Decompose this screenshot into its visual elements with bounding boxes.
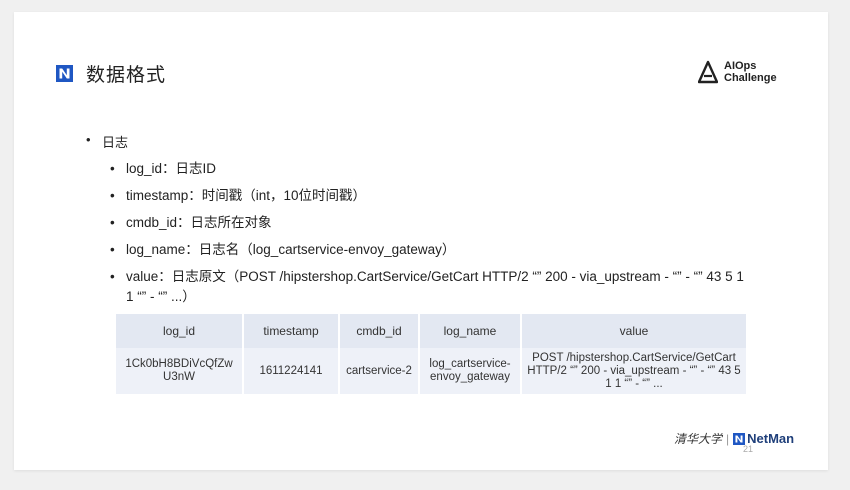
footer-separator: |	[726, 431, 730, 446]
field-timestamp: timestamp：时间戳（int，10位时间戳）	[110, 186, 746, 206]
cell-log-name: log_cartservice-envoy_gateway	[419, 348, 522, 394]
page-number: 21	[743, 444, 754, 454]
header-log-id: log_id	[116, 314, 244, 348]
aiops-challenge-logo: AIOps Challenge	[698, 60, 777, 84]
slide: 数据格式 AIOps Challenge 日志 log_id：日志ID time…	[14, 12, 828, 470]
table-header-row: log_id timestamp cmdb_id log_name value	[116, 314, 748, 348]
tsinghua-logo: 清华大学	[674, 432, 723, 446]
slide-title: 数据格式	[86, 64, 167, 86]
cell-log-id: 1Ck0bH8BDiVcQfZw U3nW	[116, 348, 244, 394]
cell-value: POST /hipstershop.CartService/GetCart HT…	[521, 348, 748, 394]
triangle-logo-icon	[698, 60, 718, 84]
header-cmdb-id: cmdb_id	[339, 314, 420, 348]
footer-logos: 清华大学 | NetMan	[674, 430, 794, 447]
field-log-name: log_name：日志名（log_cartservice-envoy_gatew…	[110, 240, 746, 260]
section-label: 日志	[102, 135, 129, 150]
cell-timestamp: 1611224141	[243, 348, 340, 394]
field-value: value：日志原文（POST /hipstershop.CartService…	[110, 267, 746, 307]
field-cmdb-id: cmdb_id：日志所在对象	[110, 213, 746, 233]
netman-n-icon	[733, 432, 746, 445]
section-item: 日志 log_id：日志ID timestamp：时间戳（int，10位时间戳）…	[86, 132, 746, 307]
cell-cmdb-id: cartservice-2	[339, 348, 420, 394]
header-log-name: log_name	[419, 314, 522, 348]
content-list: 日志 log_id：日志ID timestamp：时间戳（int，10位时间戳）…	[86, 132, 746, 314]
field-list: log_id：日志ID timestamp：时间戳（int，10位时间戳） cm…	[102, 159, 746, 307]
field-log-id: log_id：日志ID	[110, 159, 746, 179]
header-value: value	[521, 314, 748, 348]
logo-text-aiops: AIOps	[724, 60, 757, 72]
n-logo-icon	[56, 65, 73, 82]
logo-text-challenge: Challenge	[724, 72, 777, 84]
netman-text: NetMan	[747, 431, 795, 446]
table-row: 1Ck0bH8BDiVcQfZw U3nW 1611224141 cartser…	[116, 348, 748, 394]
header-timestamp: timestamp	[243, 314, 340, 348]
sample-log-table: log_id timestamp cmdb_id log_name value …	[116, 314, 748, 394]
